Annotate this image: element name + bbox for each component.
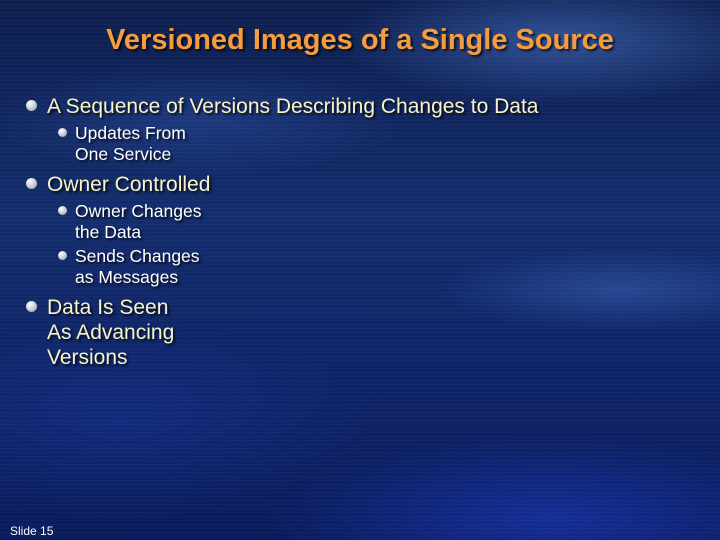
bullet-item-1: A Sequence of Versions Describing Change…: [26, 94, 538, 119]
bullet-icon: [26, 301, 37, 312]
sub-bullet-text: Sends Changes as Messages: [75, 246, 200, 287]
sub-bullet-icon: [58, 251, 67, 260]
sub-bullet-icon: [58, 128, 67, 137]
sub-bullet-text: Updates From One Service: [75, 123, 186, 164]
sub-bullet-item-2-1: Owner Changes the Data: [58, 201, 201, 243]
bullet-item-3: Data Is Seen As Advancing Versions: [26, 295, 174, 370]
slide-number: Slide 15: [10, 524, 54, 538]
sub-bullet-item-2-2: Sends Changes as Messages: [58, 246, 200, 288]
bullet-icon: [26, 178, 37, 189]
sub-bullet-text: Owner Changes the Data: [75, 201, 202, 242]
bullet-text: Owner Controlled: [47, 173, 211, 196]
bullet-icon: [26, 100, 37, 111]
sub-bullet-item-1-1: Updates From One Service: [58, 123, 186, 165]
bullet-item-2: Owner Controlled: [26, 172, 210, 197]
sub-bullet-icon: [58, 206, 67, 215]
slide-title: Versioned Images of a Single Source: [106, 24, 614, 56]
bullet-text: Data Is Seen As Advancing Versions: [47, 296, 175, 369]
bullet-text: A Sequence of Versions Describing Change…: [47, 95, 539, 118]
